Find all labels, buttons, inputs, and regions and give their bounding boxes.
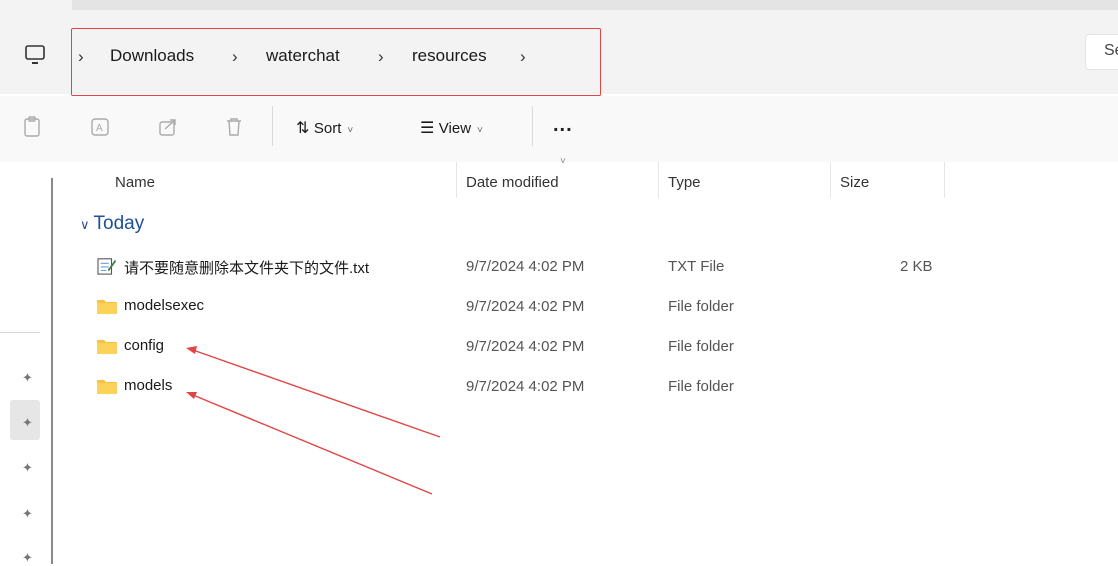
column-header-size[interactable]: Size — [840, 174, 869, 191]
file-size: 2 KB — [900, 258, 933, 275]
file-type: File folder — [668, 338, 734, 355]
search-input[interactable]: Se — [1085, 34, 1118, 70]
rename-icon[interactable]: A — [89, 116, 111, 138]
more-options-button[interactable]: ... — [553, 114, 573, 137]
folder-name: modelsexec — [124, 297, 205, 314]
navigation-pane-divider — [0, 332, 40, 333]
file-row[interactable]: 请不要随意删除本文件夹下的文件.txt 9/7/2024 4:02 PM TXT… — [90, 246, 960, 286]
sort-label: Sort — [313, 120, 342, 137]
column-header-name[interactable]: Name — [115, 174, 155, 191]
sort-button[interactable]: ⇅ Sort ˅ — [296, 118, 353, 138]
folder-icon — [97, 340, 117, 354]
window-top-strip — [0, 0, 1118, 20]
view-label: View — [438, 120, 472, 137]
pin-icon[interactable]: ✦ — [22, 460, 33, 476]
group-header-today[interactable]: ∨ Today — [80, 213, 144, 235]
pin-icon[interactable]: ✦ — [22, 415, 33, 431]
pin-icon[interactable]: ✦ — [22, 506, 33, 522]
paste-icon[interactable] — [21, 116, 43, 138]
file-date: 9/7/2024 4:02 PM — [466, 338, 585, 355]
file-date: 9/7/2024 4:02 PM — [466, 298, 585, 315]
tab-strip-edge — [72, 0, 1118, 10]
column-header-type[interactable]: Type — [668, 174, 701, 191]
folder-row[interactable]: config 9/7/2024 4:02 PM File folder — [90, 326, 960, 366]
view-button[interactable]: ☰ View ˅ — [420, 118, 483, 138]
chevron-down-icon: ˅ — [477, 125, 483, 136]
file-name: 请不要随意删除本文件夹下的文件.txt — [124, 260, 370, 277]
file-type: File folder — [668, 378, 734, 395]
command-bar: A ⇅ Sort ˅ ☰ View ˅ ... — [0, 96, 1118, 162]
column-divider[interactable] — [456, 162, 457, 198]
share-icon[interactable] — [157, 116, 179, 138]
delete-icon[interactable] — [223, 116, 245, 138]
search-placeholder: Se — [1104, 42, 1118, 59]
folder-name: models — [124, 377, 173, 394]
file-type: TXT File — [668, 258, 725, 275]
navigation-pane-scrollbar[interactable] — [51, 178, 53, 564]
folder-row[interactable]: models 9/7/2024 4:02 PM File folder — [90, 366, 960, 406]
group-label: Today — [93, 213, 145, 234]
folder-icon — [97, 300, 117, 314]
view-icon: ☰ — [420, 120, 435, 137]
column-divider[interactable] — [658, 162, 659, 198]
pin-icon[interactable]: ✦ — [22, 370, 33, 386]
folder-name: config — [124, 337, 165, 354]
file-type: File folder — [668, 298, 734, 315]
text-file-icon — [97, 258, 116, 275]
annotation-highlight-box — [71, 28, 601, 96]
sort-indicator-icon: ˅ — [560, 156, 566, 167]
svg-text:A: A — [96, 123, 103, 134]
chevron-down-icon: ˅ — [347, 125, 354, 136]
toolbar-divider — [272, 106, 273, 146]
file-date: 9/7/2024 4:02 PM — [466, 258, 585, 275]
sort-icon: ⇅ — [296, 120, 310, 137]
folder-icon — [97, 380, 117, 394]
chevron-down-icon: ∨ — [80, 217, 90, 232]
column-divider[interactable] — [944, 162, 945, 198]
file-date: 9/7/2024 4:02 PM — [466, 378, 585, 395]
file-list-pane: ✦ ✦ ✦ ✦ ✦ ˅ Name Date modified Type Size… — [0, 156, 1118, 565]
column-divider[interactable] — [830, 162, 831, 198]
this-pc-icon[interactable] — [24, 43, 46, 67]
folder-row[interactable]: modelsexec 9/7/2024 4:02 PM File folder — [90, 286, 960, 326]
toolbar-divider — [532, 106, 533, 146]
column-header-date-modified[interactable]: Date modified — [466, 174, 559, 191]
